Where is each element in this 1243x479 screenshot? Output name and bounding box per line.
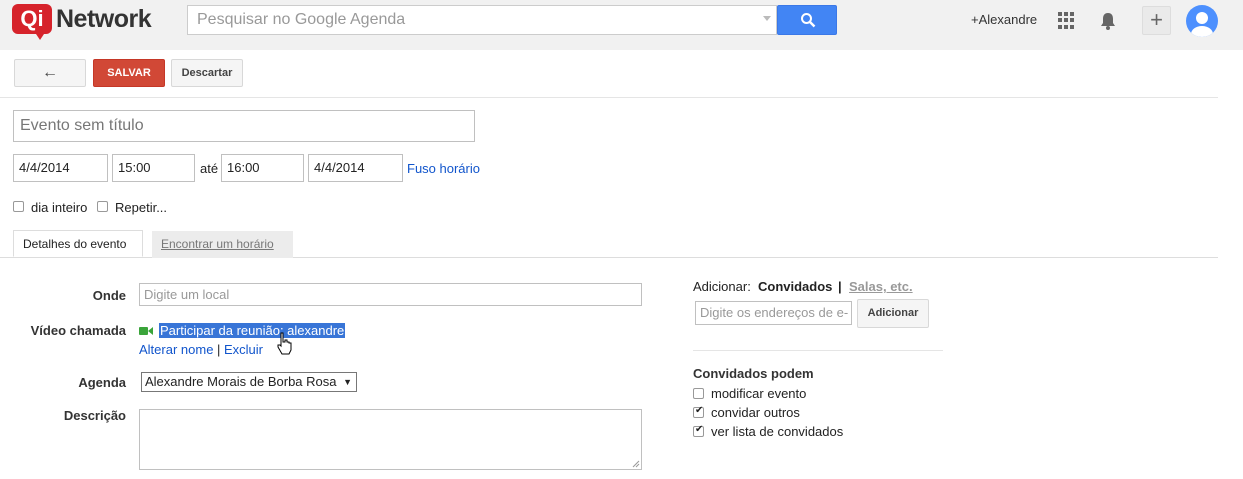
all-day-label: dia inteiro [31, 200, 88, 215]
permission-invite-checkbox[interactable] [693, 405, 704, 418]
tab-find-time[interactable]: Encontrar um horário [152, 231, 293, 258]
permission-modify-checkbox[interactable] [693, 388, 704, 399]
permission-modify-label: modificar evento [711, 386, 807, 401]
join-meeting-link[interactable]: Participar da reunião: alexandre [159, 323, 346, 338]
user-profile-link[interactable]: +Alexandre [971, 12, 1037, 27]
event-title-input[interactable]: Evento sem título [13, 110, 475, 142]
permission-see-list-checkbox[interactable] [693, 424, 704, 437]
discard-button[interactable]: Descartar [171, 59, 243, 87]
timezone-link[interactable]: Fuso horário [407, 161, 480, 176]
resize-handle-icon[interactable] [632, 460, 640, 468]
video-camera-icon [139, 327, 153, 335]
search-input[interactable]: Pesquisar no Google Agenda [187, 5, 777, 35]
save-button[interactable]: SALVAR [93, 59, 165, 87]
search-dropdown-icon[interactable] [763, 16, 771, 21]
apps-grid-icon[interactable] [1058, 12, 1075, 29]
logo-text[interactable]: Network [56, 5, 152, 34]
tab-guests[interactable]: Convidados [758, 279, 832, 294]
repeat-label: Repetir... [115, 200, 168, 215]
delete-link[interactable]: Excluir [224, 342, 263, 357]
calendar-select[interactable]: Alexandre Morais de Borba Rosa ▼ [141, 372, 357, 392]
dropdown-arrow-icon: ▼ [343, 377, 352, 387]
guest-email-input[interactable]: Digite os endereços de e- [695, 301, 852, 325]
description-textarea[interactable] [139, 409, 642, 470]
end-date-input[interactable]: 4/4/2014 [308, 154, 403, 182]
add-label: Adicionar: [693, 279, 751, 294]
where-label: Onde [92, 288, 126, 303]
permission-see-list-label: ver lista de convidados [711, 424, 844, 439]
description-label: Descrição [63, 408, 126, 423]
join-meeting-text[interactable]: Participar da reunião: alexandre [159, 323, 346, 338]
tab-rooms[interactable]: Salas, etc. [849, 279, 913, 294]
all-day-checkbox[interactable] [13, 201, 24, 212]
add-guest-button[interactable]: Adicionar [857, 299, 929, 328]
add-button[interactable]: + [1142, 6, 1171, 35]
video-call-label: Vídeo chamada [30, 323, 126, 338]
link-separator: | [217, 342, 221, 357]
search-icon [801, 13, 816, 28]
start-date-input[interactable]: 4/4/2014 [13, 154, 108, 182]
guests-divider [693, 350, 943, 351]
divider [0, 97, 1218, 98]
guests-separator: | [838, 279, 842, 294]
tab-event-details[interactable]: Detalhes do evento [13, 230, 143, 257]
where-input[interactable]: Digite um local [139, 283, 642, 306]
calendar-select-value: Alexandre Morais de Borba Rosa [145, 374, 337, 389]
logo-tail [34, 31, 46, 40]
start-time-input[interactable]: 15:00 [112, 154, 195, 182]
user-avatar-icon[interactable] [1186, 5, 1218, 37]
avatar-silhouette-icon [1191, 12, 1213, 37]
rename-link[interactable]: Alterar nome [139, 342, 213, 357]
logo-badge[interactable]: Qi [12, 4, 52, 34]
hand-cursor-icon [277, 332, 292, 355]
calendar-label: Agenda [78, 375, 126, 390]
permissions-title: Convidados podem [693, 366, 814, 381]
back-button[interactable]: ← [14, 59, 86, 87]
permission-invite-label: convidar outros [711, 405, 800, 420]
search-button[interactable] [777, 5, 837, 35]
bell-icon[interactable] [1098, 11, 1118, 31]
to-label: até [200, 161, 219, 176]
repeat-checkbox[interactable] [97, 201, 108, 212]
end-time-input[interactable]: 16:00 [221, 154, 304, 182]
